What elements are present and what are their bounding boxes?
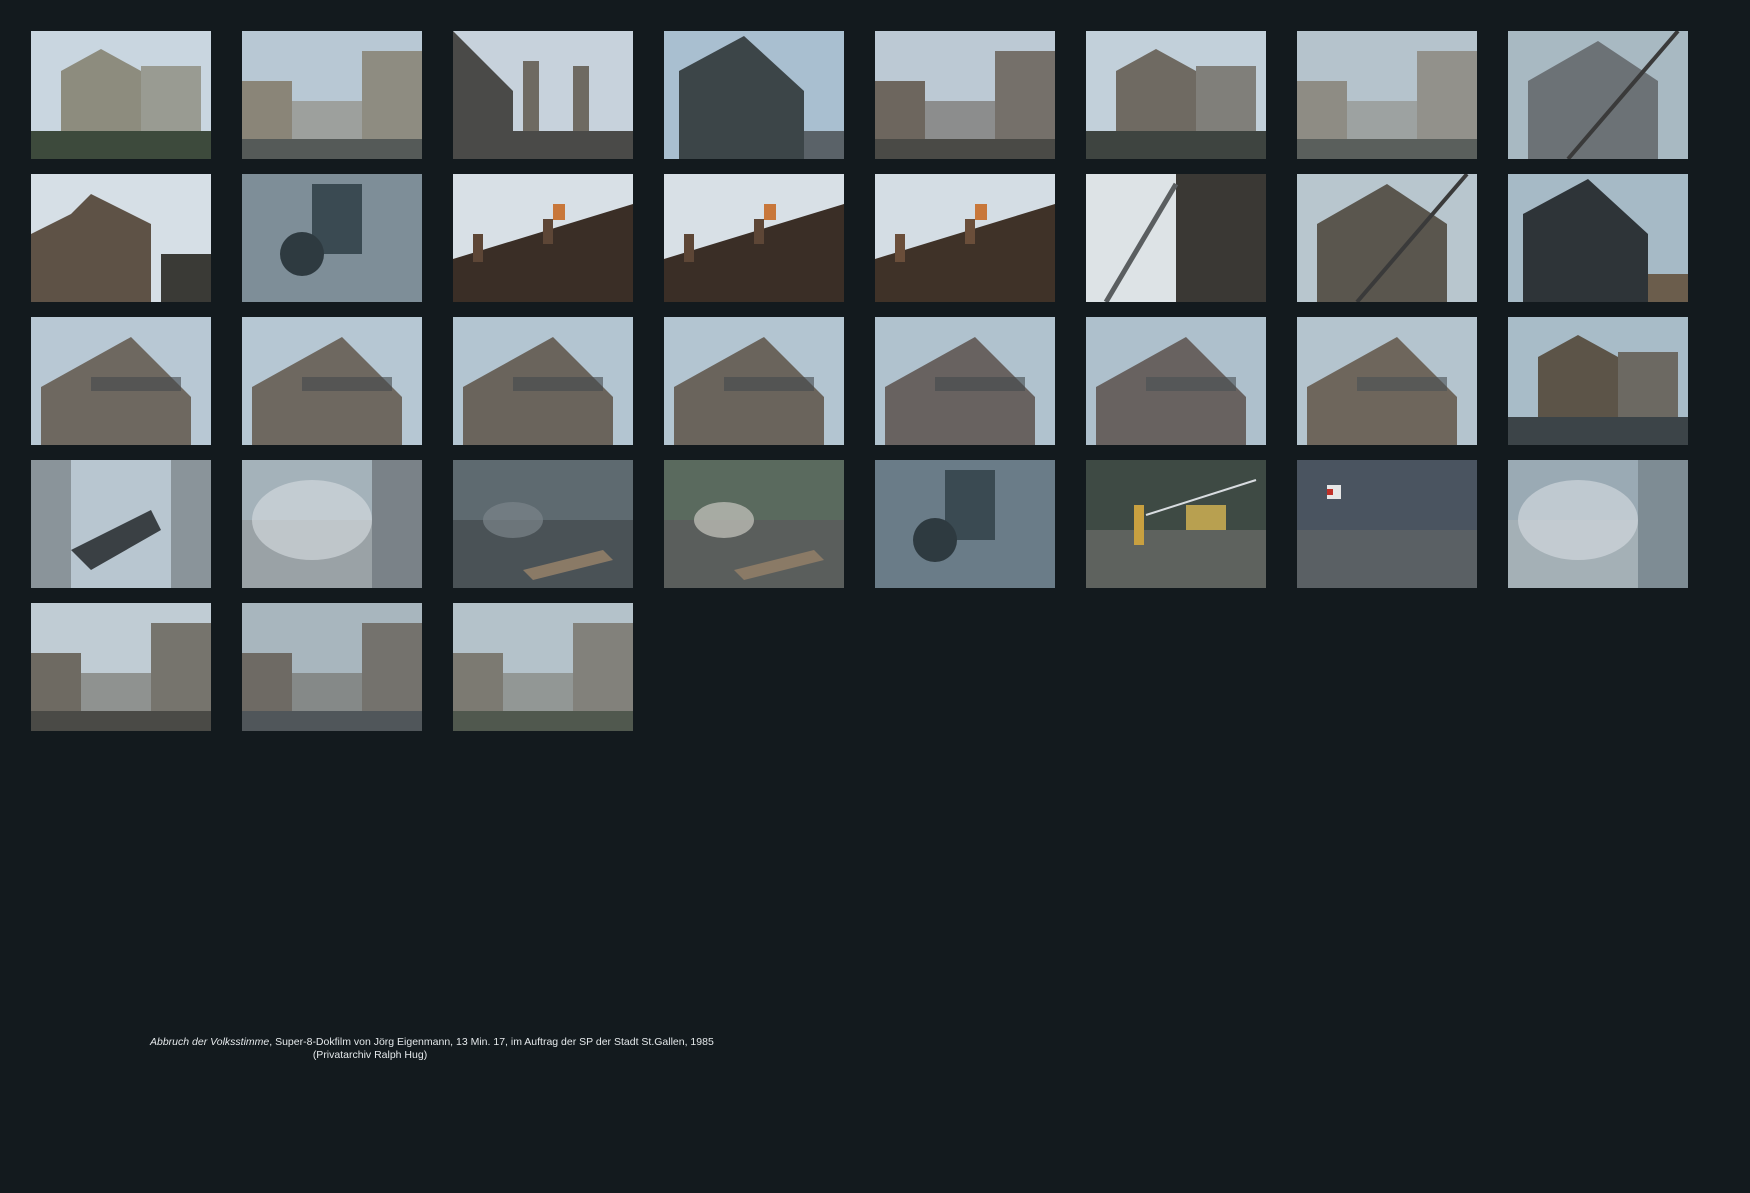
film-still-28 xyxy=(664,460,844,588)
film-still-image xyxy=(31,603,211,731)
film-still-24 xyxy=(1508,317,1688,445)
film-still-25 xyxy=(31,460,211,588)
film-still-30 xyxy=(1086,460,1266,588)
film-still-14 xyxy=(1086,174,1266,302)
film-still-image xyxy=(453,174,633,302)
film-still-29 xyxy=(875,460,1055,588)
film-still-image xyxy=(31,174,211,302)
film-still-image xyxy=(242,174,422,302)
film-still-image xyxy=(453,317,633,445)
film-details: , Super-8-Dokfilm von Jörg Eigenmann, 13… xyxy=(269,1036,714,1048)
film-still-image xyxy=(875,31,1055,159)
film-still-12 xyxy=(664,174,844,302)
film-still-image xyxy=(242,603,422,731)
film-still-image xyxy=(1086,460,1266,588)
film-still-22 xyxy=(1086,317,1266,445)
film-still-18 xyxy=(242,317,422,445)
film-title: Abbruch der Volksstimme xyxy=(150,1036,270,1048)
film-still-image xyxy=(875,317,1055,445)
film-still-image xyxy=(664,460,844,588)
film-still-13 xyxy=(875,174,1055,302)
film-still-image xyxy=(875,174,1055,302)
caption-credit: (Privatarchiv Ralph Hug) xyxy=(312,1049,428,1061)
film-still-15 xyxy=(1297,174,1477,302)
film-still-image xyxy=(453,31,633,159)
film-still-image xyxy=(664,317,844,445)
film-still-06 xyxy=(1086,31,1266,159)
film-still-image xyxy=(1297,317,1477,445)
film-still-08 xyxy=(1508,31,1688,159)
film-still-09 xyxy=(31,174,211,302)
film-still-04 xyxy=(664,31,844,159)
film-still-image xyxy=(875,460,1055,588)
film-still-31 xyxy=(1297,460,1477,588)
film-still-image xyxy=(242,460,422,588)
film-still-image xyxy=(31,460,211,588)
film-still-image xyxy=(242,31,422,159)
film-still-image xyxy=(1297,31,1477,159)
film-still-image xyxy=(1508,31,1688,159)
film-still-19 xyxy=(453,317,633,445)
film-still-02 xyxy=(242,31,422,159)
caption-line: Abbruch der Volksstimme, Super-8-Dokfilm… xyxy=(150,1036,714,1049)
film-still-image xyxy=(1508,174,1688,302)
film-still-image xyxy=(664,31,844,159)
film-still-image xyxy=(1086,31,1266,159)
film-still-image xyxy=(242,317,422,445)
film-still-image xyxy=(664,174,844,302)
film-still-11 xyxy=(453,174,633,302)
film-still-image xyxy=(1297,460,1477,588)
film-still-23 xyxy=(1297,317,1477,445)
film-still-image xyxy=(1297,174,1477,302)
film-still-33 xyxy=(31,603,211,731)
film-still-image xyxy=(453,603,633,731)
film-stills-grid xyxy=(31,31,1688,731)
film-still-image xyxy=(31,31,211,159)
film-still-image xyxy=(31,317,211,445)
film-still-05 xyxy=(875,31,1055,159)
film-still-21 xyxy=(875,317,1055,445)
film-still-16 xyxy=(1508,174,1688,302)
caption: Abbruch der Volksstimme, Super-8-Dokfilm… xyxy=(150,1036,714,1062)
film-still-image xyxy=(453,460,633,588)
film-still-26 xyxy=(242,460,422,588)
film-still-35 xyxy=(453,603,633,731)
film-still-34 xyxy=(242,603,422,731)
film-still-27 xyxy=(453,460,633,588)
film-still-07 xyxy=(1297,31,1477,159)
film-still-17 xyxy=(31,317,211,445)
film-still-01 xyxy=(31,31,211,159)
film-still-32 xyxy=(1508,460,1688,588)
film-still-03 xyxy=(453,31,633,159)
film-still-20 xyxy=(664,317,844,445)
film-still-image xyxy=(1086,174,1266,302)
film-still-image xyxy=(1508,460,1688,588)
film-still-image xyxy=(1508,317,1688,445)
film-still-image xyxy=(1086,317,1266,445)
film-still-10 xyxy=(242,174,422,302)
